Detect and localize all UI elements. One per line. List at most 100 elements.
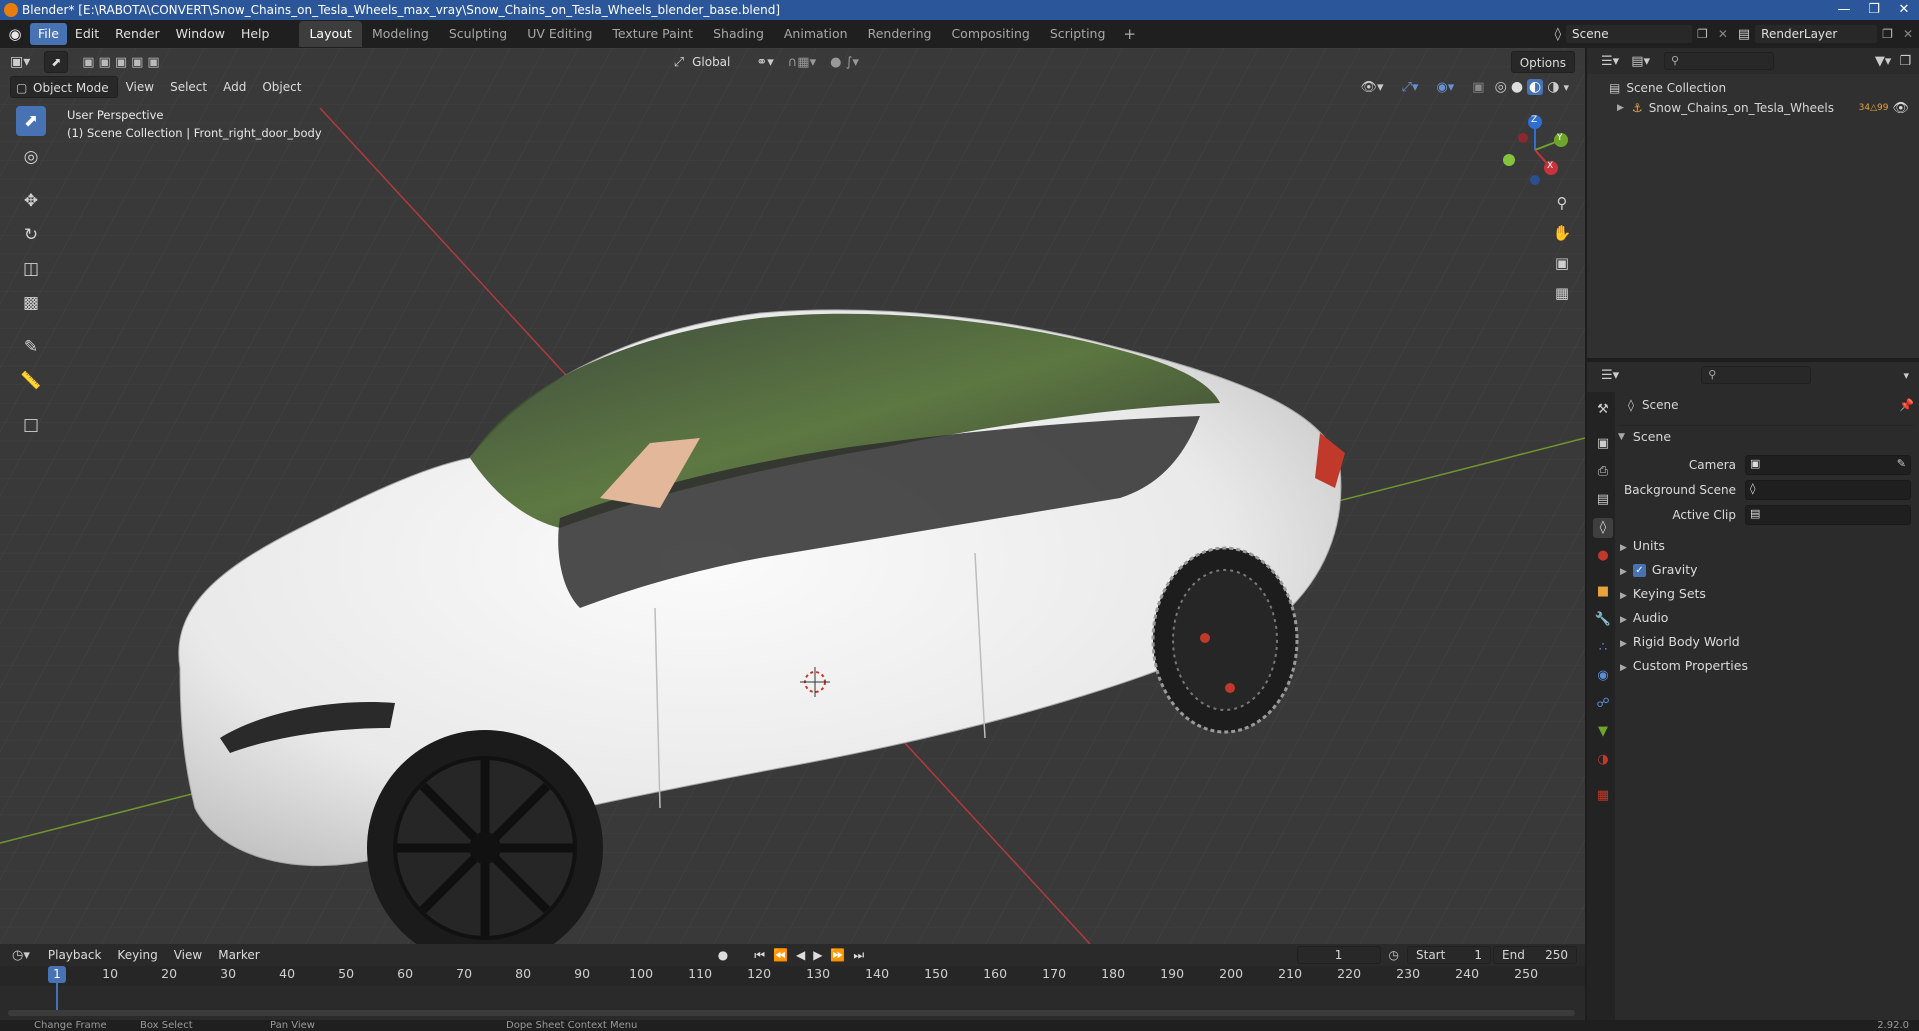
visibility-icon[interactable]: 👁▾ (1360, 80, 1383, 95)
scene-tab-icon[interactable]: ◊ (1593, 518, 1613, 538)
transform-orientation-icon[interactable]: ⤢ (674, 55, 684, 70)
shading-rendered-icon[interactable]: ◑ (1547, 79, 1559, 95)
view-layer-remove-icon[interactable]: ✕ (1897, 27, 1919, 41)
transform-orientation-select[interactable]: Global (684, 51, 738, 73)
expand-arrow-icon[interactable]: ▶ (1617, 103, 1624, 113)
section-units[interactable]: ▶ Units (1620, 536, 1665, 556)
tab-scripting[interactable]: Scripting (1040, 21, 1116, 47)
timeline-menu-marker[interactable]: Marker (210, 944, 267, 966)
outliner-filter-icon[interactable]: ▼▾ (1875, 54, 1892, 69)
playhead-frame-indicator[interactable]: 1 (48, 966, 66, 983)
select-box-tool-icon[interactable]: ⬈ (16, 106, 46, 136)
outliner-display-mode-icon[interactable]: ▤▾ (1631, 54, 1650, 69)
xray-icon[interactable]: ▣ (1472, 80, 1484, 95)
view-layer-new-icon[interactable]: ❐ (1878, 27, 1897, 41)
scene-field[interactable]: Scene (1565, 24, 1694, 44)
tab-animation[interactable]: Animation (774, 21, 858, 47)
tab-layout[interactable]: Layout (299, 21, 362, 47)
ortho-toggle-icon[interactable]: ▦ (1549, 280, 1575, 306)
navigation-gizmo[interactable]: Z Y X (1495, 110, 1575, 190)
shading-material-icon[interactable]: ◐ (1527, 79, 1544, 95)
tab-shading[interactable]: Shading (703, 21, 774, 47)
output-tab-icon[interactable]: ⎙ (1593, 462, 1613, 482)
jump-keyframe-forward-icon[interactable]: ⏩ (830, 948, 845, 962)
tab-rendering[interactable]: Rendering (858, 21, 942, 47)
background-scene-field[interactable]: ◊ (1745, 480, 1911, 500)
timeline-menu-view[interactable]: View (166, 944, 210, 966)
3d-viewport[interactable]: ▣▾ ⬈ ▣▣▣▣▣ ⤢ Global ⚭▾ ∩▦▾ ● ∫▾ Options … (0, 48, 1585, 944)
view-layer-icon[interactable]: ▤ (1734, 27, 1754, 42)
scene-new-icon[interactable]: ❐ (1693, 27, 1712, 41)
blender-menu-icon[interactable]: ◉ (0, 25, 30, 43)
shading-solid-icon[interactable]: ● (1511, 79, 1523, 95)
viewport-menu-select[interactable]: Select (162, 76, 215, 98)
timeline-editor-icon[interactable]: ◷▾ (12, 948, 30, 963)
outliner-scene-collection-row[interactable]: ▤ Scene Collection (1609, 78, 1726, 98)
world-tab-icon[interactable]: ● (1593, 546, 1613, 566)
outliner-editor-icon[interactable]: ☰▾ (1601, 54, 1619, 69)
data-tab-icon[interactable]: ▼ (1593, 722, 1613, 742)
gizmo-toggle-icon[interactable]: ⤢▾ (1401, 80, 1418, 95)
menu-edit[interactable]: Edit (67, 23, 107, 45)
outliner-new-collection-icon[interactable]: ❐ (1899, 54, 1911, 69)
properties-options-icon[interactable]: ▾ (1903, 369, 1909, 382)
render-tab-icon[interactable]: ▣ (1593, 434, 1613, 454)
measure-tool-icon[interactable]: 📏 (16, 366, 46, 396)
play-icon[interactable]: ▶ (813, 948, 822, 962)
tool-tab-icon[interactable]: ⚒ (1593, 400, 1613, 420)
record-icon[interactable]: ● (718, 948, 728, 962)
viewport-menu-add[interactable]: Add (215, 76, 254, 98)
section-audio[interactable]: ▶ Audio (1620, 608, 1668, 628)
camera-field[interactable]: ▣ ✎ (1745, 455, 1911, 475)
maximize-icon[interactable]: ❐ (1859, 0, 1889, 20)
snap-icon[interactable]: ∩▦▾ (788, 55, 816, 70)
menu-file[interactable]: File (30, 23, 67, 45)
particles-tab-icon[interactable]: ∴ (1593, 638, 1613, 658)
timeline-menu-playback[interactable]: Playback (40, 944, 110, 966)
viewport-menu-object[interactable]: Object (254, 76, 309, 98)
add-workspace-icon[interactable]: + (1115, 25, 1144, 43)
tab-sculpting[interactable]: Sculpting (439, 21, 517, 47)
rotate-tool-icon[interactable]: ↻ (16, 220, 46, 250)
transform-tool-icon[interactable]: ▩ (16, 288, 46, 318)
proportional-edit-icon[interactable]: ● ∫▾ (830, 55, 859, 70)
outliner-search-input[interactable]: ⚲ (1664, 52, 1774, 70)
menu-window[interactable]: Window (168, 23, 233, 45)
timeline-scrollbar[interactable] (8, 1010, 1575, 1016)
pivot-icon[interactable]: ⚭▾ (756, 55, 773, 70)
scale-tool-icon[interactable]: ◫ (16, 254, 46, 284)
end-frame-field[interactable]: End 250 (1493, 946, 1577, 964)
cursor-tool-icon[interactable]: ◎ (16, 142, 46, 172)
outliner-item[interactable]: ▶ ⚓ Snow_Chains_on_Tesla_Wheels 34△99 👁 (1617, 98, 1917, 118)
properties-editor-icon[interactable]: ☰▾ (1601, 368, 1619, 383)
clock-icon[interactable]: ◷ (1389, 948, 1399, 962)
zoom-icon[interactable]: ⚲ (1549, 190, 1575, 216)
scene-panel-header[interactable]: ▼ Scene (1618, 425, 1914, 447)
current-frame-field[interactable]: 1 (1296, 946, 1381, 964)
pan-hand-icon[interactable]: ✋ (1549, 220, 1575, 246)
overlay-toggle-icon[interactable]: ◉▾ (1436, 80, 1454, 95)
visibility-eye-icon[interactable]: 👁 (1892, 101, 1909, 116)
active-clip-field[interactable]: ▤ (1745, 505, 1911, 525)
editor-type-icon[interactable]: ▣▾ (10, 54, 30, 70)
start-frame-field[interactable]: Start 1 (1407, 946, 1491, 964)
move-tool-icon[interactable]: ✥ (16, 186, 46, 216)
jump-end-icon[interactable]: ⏭ (853, 948, 864, 963)
modifier-tab-icon[interactable]: 🔧 (1593, 610, 1613, 630)
minimize-icon[interactable]: — (1829, 0, 1859, 20)
select-mode-icons[interactable]: ▣▣▣▣▣ (82, 55, 163, 70)
object-mode-select[interactable]: ▢ Object Mode (10, 76, 118, 98)
tab-modeling[interactable]: Modeling (362, 21, 439, 47)
add-cube-tool-icon[interactable]: □ (16, 410, 46, 440)
timeline-menu-keying[interactable]: Keying (109, 944, 165, 966)
section-custom-properties[interactable]: ▶ Custom Properties (1620, 656, 1748, 676)
play-reverse-icon[interactable]: ◀ (796, 948, 805, 962)
section-keying-sets[interactable]: ▶ Keying Sets (1620, 584, 1706, 604)
tab-compositing[interactable]: Compositing (941, 21, 1039, 47)
view-layer-field[interactable]: RenderLayer (1754, 24, 1879, 44)
scene-icon[interactable]: ◊ (1551, 27, 1565, 42)
options-dropdown[interactable]: Options (1510, 51, 1575, 73)
select-tool-icon[interactable]: ⬈ (44, 51, 69, 73)
section-rigid-body-world[interactable]: ▶ Rigid Body World (1620, 632, 1740, 652)
shading-wireframe-icon[interactable]: ◎ (1495, 79, 1507, 95)
